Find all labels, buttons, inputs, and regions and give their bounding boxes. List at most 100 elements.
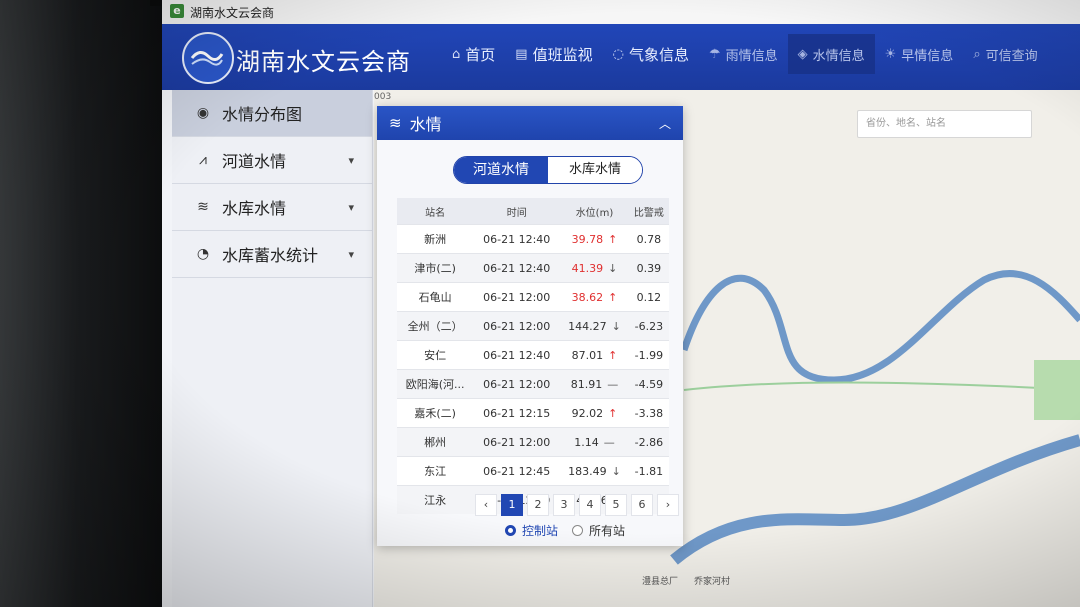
prev-page-button[interactable]: ‹ [475, 494, 497, 516]
nav-water[interactable]: ◈ 水情信息 [787, 34, 875, 74]
sidebar-item-label: 水情分布图 [222, 105, 303, 124]
map-search-input[interactable]: 省份、地名、站名 [857, 110, 1032, 138]
dash-icon: — [607, 377, 619, 391]
nav-label: 水情信息 [812, 48, 865, 64]
level-cell: 38.62 ↑ [560, 282, 629, 312]
diff-cell: -1.99 [628, 340, 669, 370]
table-row[interactable]: 安仁 06-21 12:40 87.01 ↑ -1.99 [397, 340, 669, 370]
diff-cell: -2.86 [628, 427, 669, 457]
water-level-value: 87.01 [571, 348, 604, 362]
sidebar-item-label: 水库蓄水统计 [222, 246, 319, 265]
rain-icon: ☂ [708, 46, 721, 62]
panel-header: ≋ 水情 ︿ [377, 106, 683, 140]
water-level-value: 1.14 [574, 435, 599, 449]
station-cell: 东江 [397, 456, 474, 486]
page-button[interactable]: 1 [501, 494, 523, 516]
reservoir-icon: ≋ [197, 199, 209, 215]
time-cell: 06-21 12:15 [473, 398, 561, 428]
station-cell: 欧阳海(河... [397, 369, 474, 399]
water-level-value: 144.27 [568, 319, 607, 333]
page-button[interactable]: 6 [631, 494, 653, 516]
column-header[interactable]: 水位(m) [560, 198, 629, 225]
page-button[interactable]: 2 [527, 494, 549, 516]
diff-cell: -3.38 [628, 398, 669, 428]
radio-label: 控制站 [522, 524, 559, 538]
arrow-down-icon: ↓ [611, 319, 621, 333]
weather-icon: ◌ [612, 46, 624, 62]
arrow-up-icon: ↑ [608, 348, 618, 362]
sidebar-item-label: 水库水情 [222, 199, 287, 218]
column-header[interactable]: 时间 [473, 198, 561, 225]
table-row[interactable]: 郴州 06-21 12:00 1.14 — -2.86 [397, 427, 669, 457]
diff-cell: 0.12 [628, 282, 669, 312]
monitor-icon: ▤ [515, 46, 528, 62]
diff-cell: 0.78 [628, 224, 669, 254]
table-row[interactable]: 欧阳海(河... 06-21 12:00 81.91 — -4.59 [397, 369, 669, 399]
drought-icon: ☀ [884, 46, 897, 62]
time-cell: 06-21 12:00 [473, 369, 561, 399]
radio-all-stations[interactable]: 所有站 [572, 522, 625, 539]
table-row[interactable]: 石龟山 06-21 12:00 38.62 ↑ 0.12 [397, 282, 669, 312]
table-row[interactable]: 津市(二) 06-21 12:40 41.39 ↓ 0.39 [397, 253, 669, 283]
sidebar-item-reservoir[interactable]: ≋ 水库水情 ▾ [172, 184, 372, 231]
column-header[interactable]: 比警戒 [628, 198, 669, 225]
screen: e 湖南水文云会商 湖南水文云会商 ⌂ 首页 ▤ 值班监视 ◌ 气象信息 ☂ 雨情信息 … [162, 0, 1080, 607]
station-cell: 安仁 [397, 340, 474, 370]
window-title-bar: e 湖南水文云会商 [162, 0, 1080, 25]
pagination: ‹ 1 2 3 4 5 6 › [475, 494, 683, 516]
line-chart-icon: ⩘ [199, 152, 207, 168]
table-row[interactable]: 新洲 06-21 12:40 39.78 ↑ 0.78 [397, 224, 669, 254]
app-header: 湖南水文云会商 ⌂ 首页 ▤ 值班监视 ◌ 气象信息 ☂ 雨情信息 ◈ 水情信息 ☀ 早情信… [162, 24, 1080, 90]
chevron-down-icon: ▾ [348, 247, 354, 261]
level-cell: 39.78 ↑ [560, 224, 629, 254]
page-button[interactable]: 3 [553, 494, 575, 516]
time-cell: 06-21 12:45 [473, 456, 561, 486]
water-icon: ◈ [797, 46, 808, 62]
radio-label: 所有站 [589, 524, 626, 538]
water-level-value: 39.78 [571, 232, 604, 246]
time-cell: 06-21 12:00 [473, 311, 561, 341]
window-title: 湖南水文云会商 [190, 6, 275, 20]
level-cell: 144.27 ↓ [560, 311, 629, 341]
next-page-button[interactable]: › [657, 494, 679, 516]
nav-home[interactable]: ⌂ 首页 [442, 34, 505, 74]
time-cell: 06-21 12:40 [473, 340, 561, 370]
arrow-up-icon: ↑ [608, 232, 618, 246]
dash-icon: — [603, 435, 615, 449]
table-row[interactable]: 全州（二） 06-21 12:00 144.27 ↓ -6.23 [397, 311, 669, 341]
tab-reservoir-water[interactable]: 水库水情 [548, 157, 642, 183]
nav-rain[interactable]: ☂ 雨情信息 [699, 34, 788, 74]
page-button[interactable]: 4 [579, 494, 601, 516]
nav-weather[interactable]: ◌ 气象信息 [603, 34, 699, 74]
logo-icon [182, 32, 234, 84]
radio-control-station[interactable]: 控制站 [505, 522, 558, 539]
table-row[interactable]: 东江 06-21 12:45 183.49 ↓ -1.81 [397, 456, 669, 486]
top-nav: ⌂ 首页 ▤ 值班监视 ◌ 气象信息 ☂ 雨情信息 ◈ 水情信息 ☀ 早情信息 ⌕ 可信查询 [442, 34, 1048, 74]
tab-river-water[interactable]: 河道水情 [454, 157, 548, 183]
page-button[interactable]: 5 [605, 494, 627, 516]
brand-title: 湖南水文云会商 [236, 48, 411, 76]
map-label: 澧县总厂 [642, 577, 679, 587]
time-cell: 06-21 12:00 [473, 427, 561, 457]
station-cell: 郴州 [397, 427, 474, 457]
level-cell: 92.02 ↑ [560, 398, 629, 428]
water-level-value: 81.91 [570, 377, 603, 391]
water-table: 站名 时间 水位(m) 比警戒 新洲 06-21 12:40 39.78 ↑ 0.78 津… [397, 198, 669, 514]
nav-label: 值班监视 [532, 45, 593, 64]
nav-drought[interactable]: ☀ 早情信息 [875, 34, 964, 74]
collapse-icon[interactable]: ︿ [659, 115, 671, 132]
home-icon: ⌂ [452, 46, 461, 62]
arrow-up-icon: ↑ [608, 406, 618, 420]
diff-cell: -6.23 [628, 311, 669, 341]
sidebar-item-distribution-map[interactable]: ◉ 水情分布图 [172, 90, 372, 137]
sidebar-item-river[interactable]: ⩘ 河道水情 ▾ [172, 137, 372, 184]
column-header[interactable]: 站名 [397, 198, 474, 225]
nav-label: 雨情信息 [725, 48, 778, 64]
nav-query[interactable]: ⌕ 可信查询 [963, 34, 1047, 74]
table-row[interactable]: 嘉禾(二) 06-21 12:15 92.02 ↑ -3.38 [397, 398, 669, 428]
level-cell: 1.14 — [560, 427, 629, 457]
nav-duty-monitor[interactable]: ▤ 值班监视 [505, 34, 602, 74]
map-label: 乔家河村 [694, 577, 731, 587]
map-label: 003 [374, 92, 392, 102]
sidebar-item-storage-stats[interactable]: ◔ 水库蓄水统计 ▾ [172, 231, 372, 278]
